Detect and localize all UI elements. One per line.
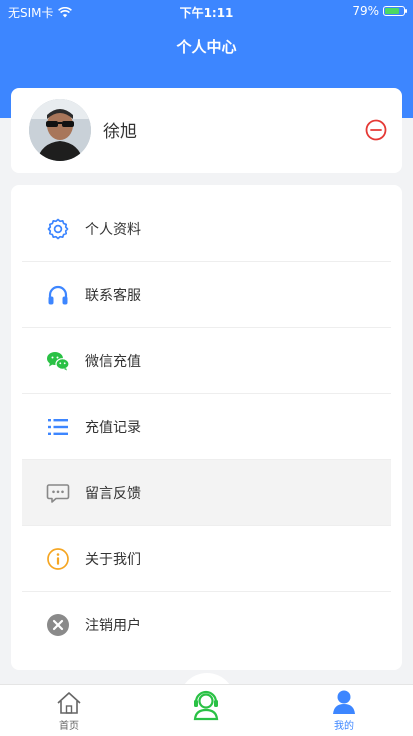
menu-card: 个人资料 联系客服 微信充值 充值记录 留言反馈 关于我们 注销用户 bbox=[11, 185, 402, 670]
list-icon bbox=[48, 419, 68, 435]
tab-bar: 首页 我的 bbox=[0, 684, 413, 736]
user-name: 徐旭 bbox=[103, 122, 137, 142]
menu-item-profile[interactable]: 个人资料 bbox=[22, 196, 391, 262]
tab-service[interactable] bbox=[176, 685, 237, 736]
service-agent-icon bbox=[193, 690, 219, 721]
menu-item-label: 留言反馈 bbox=[85, 486, 141, 502]
tab-mine-label: 我的 bbox=[334, 721, 354, 732]
status-time: 下午1:11 bbox=[179, 6, 234, 20]
profile-card: 徐旭 bbox=[11, 88, 402, 173]
avatar[interactable] bbox=[29, 99, 91, 161]
menu-item-label: 注销用户 bbox=[85, 618, 141, 634]
settings-icon bbox=[47, 218, 69, 240]
tab-home-label: 首页 bbox=[59, 721, 79, 732]
menu-item-about-us[interactable]: 关于我们 bbox=[22, 526, 391, 592]
avatar-image bbox=[29, 99, 91, 161]
battery-icon bbox=[383, 6, 407, 16]
info-icon bbox=[47, 548, 69, 570]
menu-item-customer-service[interactable]: 联系客服 bbox=[22, 262, 391, 328]
menu-item-label: 关于我们 bbox=[85, 552, 141, 568]
close-circle-icon bbox=[47, 614, 69, 636]
message-icon bbox=[46, 484, 70, 503]
remove-button[interactable] bbox=[365, 119, 387, 141]
menu-item-wechat-recharge[interactable]: 微信充值 bbox=[22, 328, 391, 394]
tab-home[interactable]: 首页 bbox=[39, 685, 99, 736]
menu-item-recharge-records[interactable]: 充值记录 bbox=[22, 394, 391, 460]
wechat-icon bbox=[47, 352, 70, 371]
headphones-icon bbox=[48, 285, 68, 305]
menu-item-feedback[interactable]: 留言反馈 bbox=[22, 460, 391, 526]
home-icon bbox=[57, 692, 81, 714]
tab-mine[interactable]: 我的 bbox=[314, 685, 374, 736]
menu-item-label: 联系客服 bbox=[85, 288, 141, 304]
menu-item-label: 充值记录 bbox=[85, 420, 141, 436]
menu-item-label: 个人资料 bbox=[85, 222, 141, 238]
menu-item-deactivate[interactable]: 注销用户 bbox=[22, 592, 391, 658]
status-bar: 无SIM卡 下午1:11 79% bbox=[0, 0, 413, 22]
minus-circle-icon bbox=[365, 119, 387, 141]
menu-item-label: 微信充值 bbox=[85, 354, 141, 370]
page-title: 个人中心 bbox=[176, 38, 237, 56]
user-icon bbox=[333, 690, 355, 714]
battery-percent: 79% bbox=[352, 4, 379, 18]
